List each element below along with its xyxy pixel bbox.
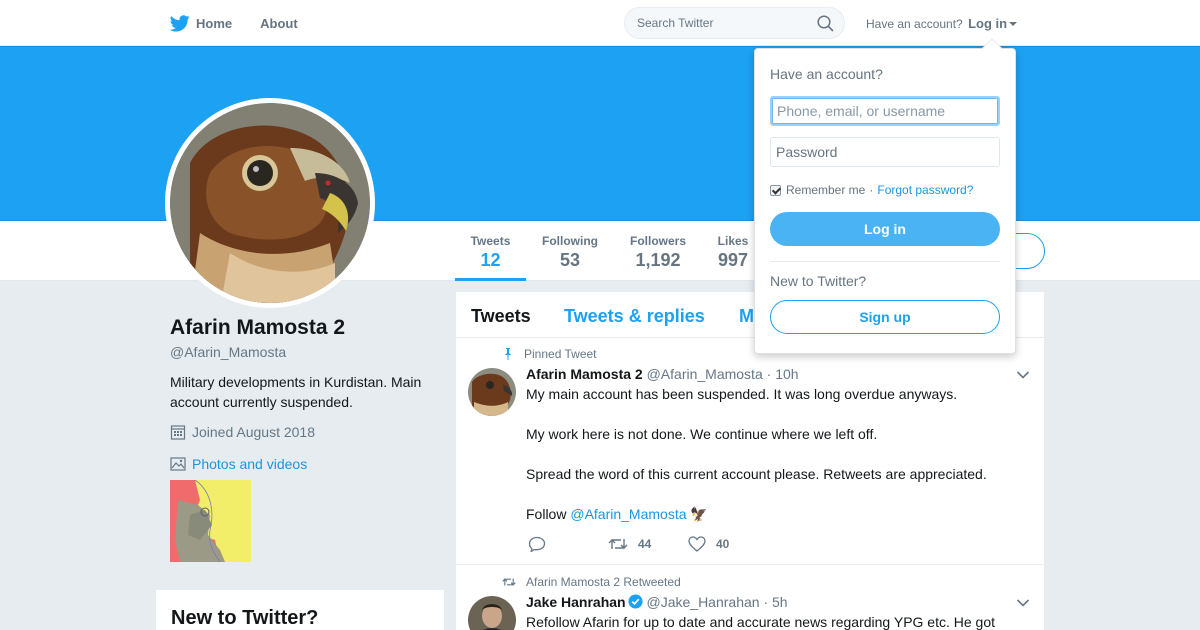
tweet-header: Jake Hanrahan @Jake_Hanrahan · 5h <box>526 594 788 610</box>
tweet-fullname[interactable]: Jake Hanrahan <box>526 594 626 610</box>
forgot-password-link[interactable]: Forgot password? <box>877 183 973 197</box>
new-to-twitter-heading: New to Twitter? <box>171 607 319 629</box>
tweet-pinned[interactable]: Pinned Tweet Afarin Mamosta 2 @Afarin_Ma… <box>456 338 1044 565</box>
stat-tweets[interactable]: Tweets 12 <box>455 221 526 281</box>
calendar-icon <box>170 425 186 440</box>
joined-text: Joined August 2018 <box>192 424 315 440</box>
tweet-context: Afarin Mamosta 2 Retweeted <box>502 575 681 589</box>
mention-link[interactable]: @Afarin_Mamosta <box>570 506 686 522</box>
account-prompt-text: Have an account? <box>866 17 963 31</box>
retweet-small-icon <box>502 578 516 586</box>
photos-and-videos-link[interactable]: Photos and videos <box>170 456 440 472</box>
retweet-action[interactable]: 44 <box>608 536 651 552</box>
like-action[interactable]: 40 <box>688 536 729 552</box>
stat-following[interactable]: Following 53 <box>537 221 603 281</box>
image-icon <box>170 457 186 471</box>
retweeted-label: Afarin Mamosta 2 Retweeted <box>526 575 681 589</box>
stat-value: 53 <box>559 250 581 270</box>
tweet-header: Afarin Mamosta 2 @Afarin_Mamosta · 10h <box>526 366 799 382</box>
tweet-text: Refollow Afarin for up to date and accur… <box>526 614 996 630</box>
tweet-paragraph: My work here is not done. We continue wh… <box>526 426 878 442</box>
search-input[interactable] <box>625 8 810 38</box>
retweet-icon <box>608 539 628 549</box>
tweet-avatar[interactable] <box>468 368 516 416</box>
stat-label: Likes <box>717 234 749 248</box>
search-box <box>624 7 845 39</box>
login-toggle-label: Log in <box>968 16 1008 31</box>
nav-home-label: Home <box>196 15 233 31</box>
tweet-avatar[interactable] <box>468 596 516 630</box>
pinned-label: Pinned Tweet <box>524 347 597 361</box>
tweet-context: Pinned Tweet <box>502 347 597 361</box>
search-icon[interactable] <box>817 15 834 32</box>
chevron-down-icon[interactable] <box>1016 598 1030 608</box>
person-avatar-image <box>468 596 516 630</box>
media-thumbnail[interactable] <box>170 479 251 563</box>
tweet-username[interactable]: @Jake_Hanrahan <box>647 594 760 610</box>
follow-prefix: Follow <box>526 506 567 522</box>
tweet-follow-line: Follow @Afarin_Mamosta 🦅 <box>526 504 1026 524</box>
remember-me-checkbox[interactable] <box>770 184 781 196</box>
stat-label: Following <box>542 234 598 248</box>
tab-tweets-and-replies[interactable]: Tweets & replies <box>564 306 705 327</box>
stat-value: 1,192 <box>635 250 681 270</box>
profile-name[interactable]: Afarin Mamosta 2 <box>170 316 440 340</box>
login-dropdown: Have an account? Remember me · Forgot pa… <box>754 38 1016 354</box>
stat-label: Tweets <box>470 234 511 248</box>
nav-about[interactable]: About <box>260 0 298 46</box>
tweet-paragraph: Spread the word of this current account … <box>526 466 987 482</box>
nav-home[interactable]: Home <box>170 0 232 46</box>
password-field[interactable] <box>770 137 1000 167</box>
profile-bio: Military developments in Kurdistan. Main… <box>170 374 422 410</box>
stat-value: 12 <box>480 250 501 270</box>
tweet-timestamp[interactable]: · 10h <box>767 366 799 382</box>
tweet-timestamp[interactable]: · 5h <box>763 594 787 610</box>
stat-likes[interactable]: Likes 997 <box>713 221 753 281</box>
account-prompt: Have an account? Log in <box>866 16 1018 31</box>
nav-left: Home About <box>170 0 326 46</box>
new-to-twitter-text: New to Twitter? <box>770 273 867 289</box>
map-thumbnail-image <box>170 479 251 563</box>
tweet-retweeted[interactable]: Afarin Mamosta 2 Retweeted Jake Hanrahan… <box>456 566 1044 630</box>
stat-label: Followers <box>629 234 686 248</box>
profile-avatar[interactable] <box>165 98 375 308</box>
tweet-username[interactable]: @Afarin_Mamosta <box>647 366 763 382</box>
eagle-emoji: 🦅 <box>690 506 708 522</box>
login-heading: Have an account? <box>770 66 883 82</box>
hawk-avatar-image <box>170 103 370 303</box>
login-dropdown-toggle[interactable]: Log in <box>968 16 1018 31</box>
photos-label: Photos and videos <box>192 456 308 472</box>
dropdown-divider <box>770 261 1000 262</box>
chevron-down-icon[interactable] <box>1016 370 1030 380</box>
stat-followers[interactable]: Followers 1,192 <box>624 221 692 281</box>
stat-value: 997 <box>717 250 749 270</box>
verified-badge-icon <box>628 594 643 609</box>
reply-action[interactable] <box>528 536 556 552</box>
top-navigation-bar: Home About Have an account? Log in <box>0 0 1200 46</box>
remember-me-label[interactable]: Remember me <box>786 183 865 197</box>
profile-card: Afarin Mamosta 2 @Afarin_Mamosta Militar… <box>170 316 440 563</box>
tab-media[interactable]: M <box>739 306 754 327</box>
tweet-fullname[interactable]: Afarin Mamosta 2 <box>526 366 643 382</box>
twitter-bird-icon <box>170 14 190 31</box>
tweet-paragraph: My main account has been suspended. It w… <box>526 386 958 402</box>
remember-me-row: Remember me · Forgot password? <box>770 183 973 197</box>
reply-icon <box>528 536 546 552</box>
signup-button[interactable]: Sign up <box>770 300 1000 334</box>
tweet-text: My main account has been suspended. It w… <box>526 384 1026 544</box>
username-field[interactable] <box>770 96 1000 126</box>
like-count: 40 <box>716 537 730 551</box>
separator-dot: · <box>869 183 874 197</box>
hawk-avatar-small <box>468 368 516 416</box>
profile-joined: Joined August 2018 <box>170 424 440 440</box>
tab-tweets[interactable]: Tweets <box>471 306 531 327</box>
new-to-twitter-card: New to Twitter? <box>156 590 444 630</box>
caret-down-icon <box>1009 22 1018 26</box>
login-button[interactable]: Log in <box>770 212 1000 246</box>
pin-icon <box>505 348 511 360</box>
profile-handle[interactable]: @Afarin_Mamosta <box>170 344 440 360</box>
retweet-count: 44 <box>638 537 652 551</box>
heart-icon <box>688 536 706 552</box>
